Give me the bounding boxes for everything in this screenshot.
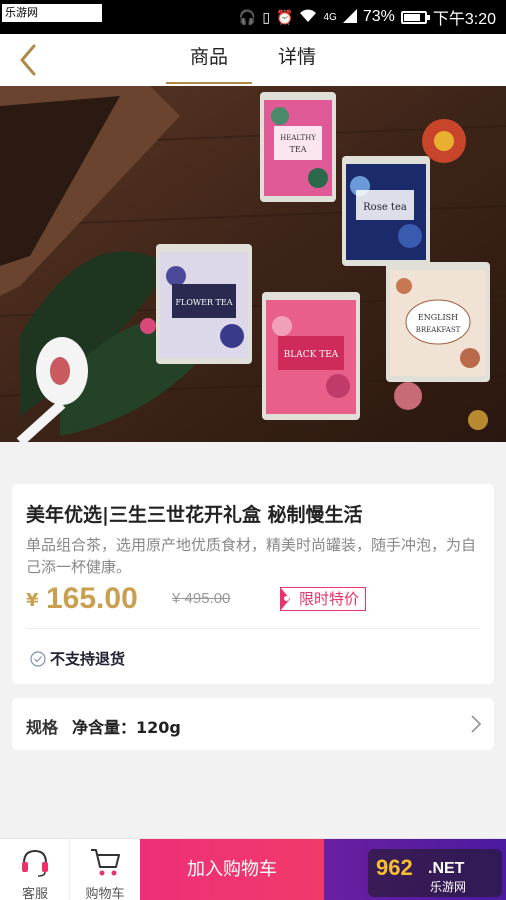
rose-tea-tin: Rose tea — [342, 156, 430, 266]
svg-text:962: 962 — [376, 855, 413, 880]
signal-icon — [342, 8, 357, 26]
headset-icon: 🎧 — [238, 8, 257, 25]
add-to-cart-button[interactable]: 加入购物车 — [140, 839, 324, 900]
divider — [26, 628, 480, 629]
battery-percent: 73% — [362, 8, 395, 25]
cart-button[interactable]: 购物车 — [70, 839, 140, 900]
spec-value: 净含量：120g — [72, 718, 181, 737]
sale-badge: 限时特价 — [280, 587, 367, 611]
cart-label: 购物车 — [85, 887, 125, 900]
product-hero-image[interactable]: HEALTHY TEA Rose tea FLOWER TEA BLACK TE… — [0, 86, 506, 442]
current-price: 165.00 — [46, 582, 138, 615]
status-icons: 🎧 ▯ ⏰ 4G 73% 下午3:20 — [239, 0, 496, 34]
tab-detail-label: 详情 — [277, 46, 316, 68]
english-breakfast-text-1: ENGLISH — [418, 313, 458, 322]
healthy-tea-tin: HEALTHY TEA — [260, 92, 336, 202]
spec-label: 规格 — [26, 718, 59, 737]
watermark-label: 乐游网 www.962.net — [2, 4, 102, 37]
refund-policy: 不支持退货 — [30, 648, 125, 669]
site-watermark-logo: 962 .NET 乐游网 — [368, 849, 502, 897]
headset-icon — [22, 849, 48, 877]
currency-symbol: ¥ — [26, 590, 39, 611]
flower-tea-text: FLOWER TEA — [175, 298, 232, 307]
wifi-icon — [299, 9, 317, 26]
svg-text:乐游网: 乐游网 — [430, 880, 466, 894]
tab-goods[interactable]: 商品 — [166, 42, 252, 84]
product-title: 美年优选|三生三世花开礼盒 秘制慢生活 — [26, 504, 363, 526]
flower-tea-tin: FLOWER TEA — [156, 244, 252, 364]
chevron-left-icon — [20, 44, 36, 76]
english-breakfast-text-2: BREAKFAST — [416, 326, 461, 334]
black-tea-text: BLACK TEA — [284, 350, 339, 360]
price-row: ¥ 165.00 ¥ 495.00 限时特价 — [26, 582, 486, 616]
alarm-icon: ⏰ — [276, 8, 294, 25]
sale-badge-label: 限时特价 — [299, 590, 360, 608]
tab-detail[interactable]: 详情 — [262, 42, 332, 82]
badge-dot — [284, 596, 289, 601]
tab-active-underline — [166, 82, 252, 84]
rose-tea-text: Rose tea — [363, 202, 407, 213]
check-circle-icon — [30, 650, 46, 667]
chevron-right-icon — [471, 715, 482, 733]
clock: 下午3:20 — [432, 11, 496, 28]
black-tea-tin: BLACK TEA — [262, 292, 360, 420]
back-button[interactable] — [14, 40, 50, 80]
signal-label: 4G — [323, 11, 337, 23]
refund-policy-label: 不支持退货 — [50, 650, 126, 668]
healthy-tea-text-2: TEA — [290, 145, 307, 154]
product-description: 单品组合茶，选用原产地优质食材，精美时尚罐装，随手冲泡，为自己添一杯健康。 — [26, 536, 477, 576]
english-breakfast-tin: ENGLISH BREAKFAST — [386, 262, 490, 382]
customer-service-button[interactable]: 客服 — [0, 839, 70, 900]
battery-icon — [400, 10, 430, 24]
product-info-card: 美年优选|三生三世花开礼盒 秘制慢生活 单品组合茶，选用原产地优质食材，精美时尚… — [12, 484, 494, 684]
spec-selector[interactable]: 规格 净含量：120g — [12, 698, 494, 750]
vibrate-icon: ▯ — [262, 8, 271, 25]
svg-text:.NET: .NET — [428, 860, 465, 877]
shopping-cart-icon — [91, 849, 120, 876]
tea-tins-photo: HEALTHY TEA Rose tea FLOWER TEA BLACK TE… — [0, 86, 506, 442]
status-bar: 乐游网 www.962.net 🎧 ▯ ⏰ 4G 73% 下午3:20 — [0, 0, 506, 37]
customer-service-label: 客服 — [21, 887, 48, 900]
healthy-tea-text-1: HEALTHY — [280, 134, 316, 142]
original-price: ¥ 495.00 — [172, 590, 231, 607]
nav-bar: 商品 详情 — [0, 34, 506, 86]
tab-goods-label: 商品 — [189, 46, 228, 68]
